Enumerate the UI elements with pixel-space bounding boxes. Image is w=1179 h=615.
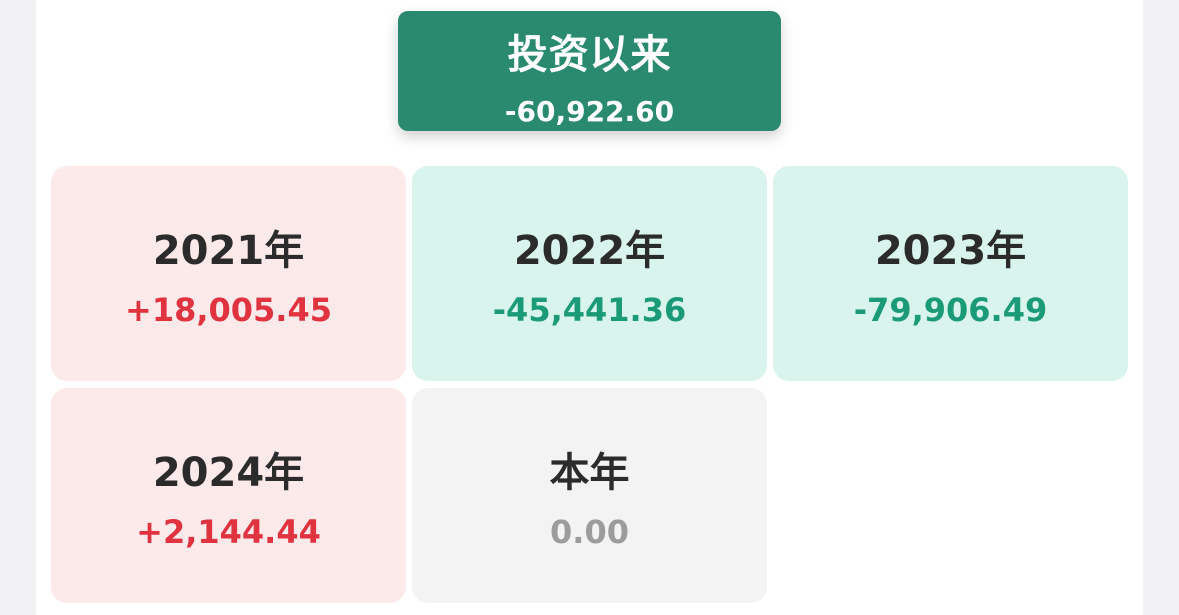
year-card-2021[interactable]: 2021年 +18,005.45 [51, 166, 406, 381]
year-value: +2,144.44 [136, 513, 321, 551]
year-value: +18,005.45 [125, 291, 332, 329]
total-since-investment-label: 投资以来 [507, 32, 672, 78]
year-value: 0.00 [550, 513, 629, 551]
year-label: 2024年 [152, 450, 305, 496]
year-card-2023[interactable]: 2023年 -79,906.49 [773, 166, 1128, 381]
year-value: -45,441.36 [492, 291, 687, 329]
year-label: 2023年 [874, 228, 1027, 274]
year-card-2024[interactable]: 2024年 +2,144.44 [51, 388, 406, 603]
total-since-investment-value: -60,922.60 [504, 95, 675, 128]
year-card-2022[interactable]: 2022年 -45,441.36 [412, 166, 767, 381]
year-card-current[interactable]: 本年 0.00 [412, 388, 767, 603]
year-label: 本年 [549, 450, 630, 496]
year-label: 2021年 [152, 228, 305, 274]
year-label: 2022年 [513, 228, 666, 274]
year-value: -79,906.49 [853, 291, 1048, 329]
total-since-investment-card[interactable]: 投资以来 -60,922.60 [398, 11, 781, 131]
